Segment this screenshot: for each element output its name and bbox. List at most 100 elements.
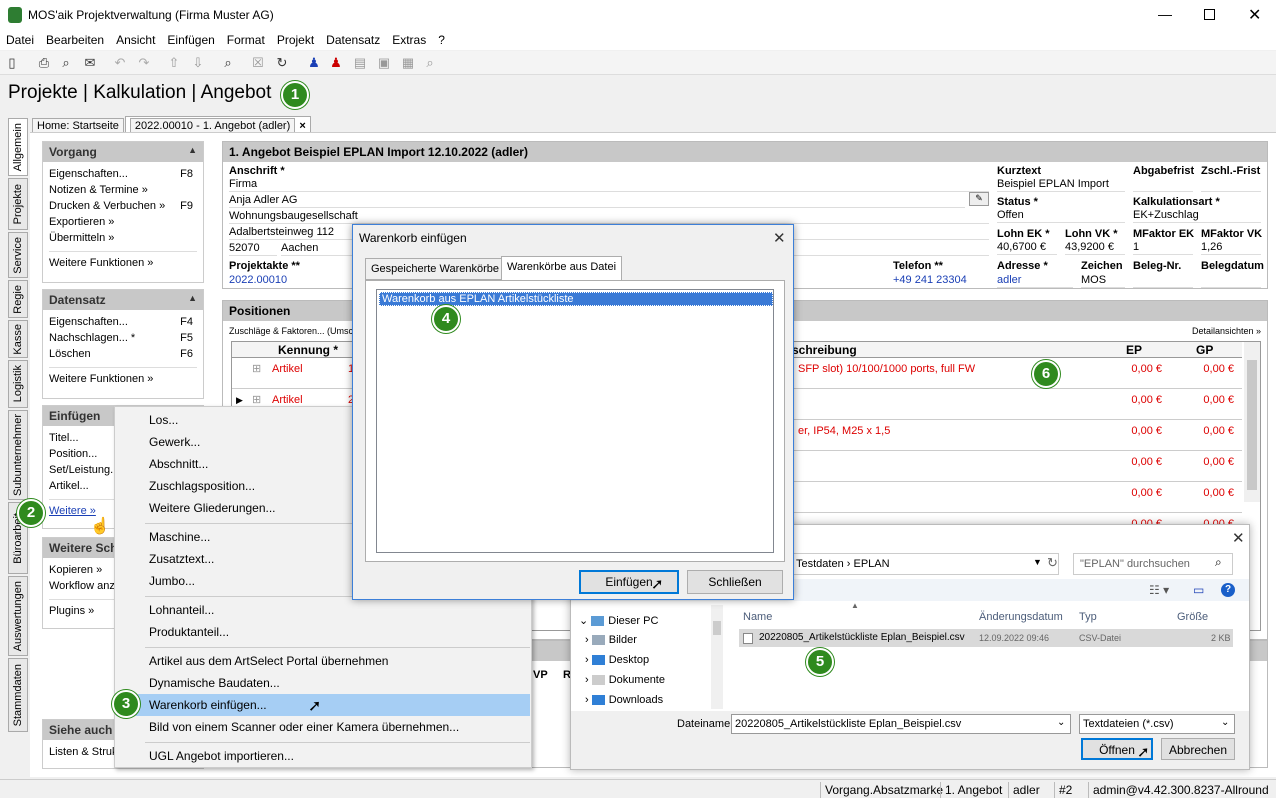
vtab-service[interactable]: Service — [8, 232, 28, 278]
filetype-select[interactable]: Textdateien (*.csv) — [1079, 714, 1235, 734]
adresse-link[interactable]: adler — [997, 274, 1073, 288]
vtab-regie[interactable]: Regie — [8, 280, 28, 318]
panel-header[interactable]: Datensatz ▲ — [43, 290, 203, 310]
file-row[interactable]: 20220805_Artikelstückliste Eplan_Beispie… — [739, 629, 1233, 647]
print-icon[interactable]: ⎙ — [36, 55, 52, 71]
tree-item-bilder[interactable]: › Bilder — [585, 634, 637, 646]
tab-close-icon[interactable]: × — [299, 120, 305, 132]
datensatz-nachschlagen[interactable]: Nachschlagen... * F5 — [43, 331, 203, 347]
menu-datensatz[interactable]: Datensatz — [320, 30, 386, 50]
scrollbar-thumb[interactable] — [1247, 360, 1257, 490]
vtab-allgemein[interactable]: Allgemein — [8, 118, 28, 176]
collapse-icon[interactable]: ▲ — [188, 145, 197, 155]
zoom-icon[interactable]: ⌕ — [422, 55, 438, 71]
vorgang-eigenschaften[interactable]: Eigenschaften... F8 — [43, 167, 203, 183]
tab-gespeicherte[interactable]: Gespeicherte Warenkörbe — [365, 258, 505, 280]
menu-item-scanner[interactable]: Bild von einem Scanner oder einer Kamera… — [116, 716, 530, 738]
user-red-icon[interactable]: ♟ — [328, 55, 344, 71]
grid-icon[interactable]: ▦ — [400, 55, 416, 71]
kurztext-field[interactable]: Beispiel EPLAN Import — [997, 178, 1125, 192]
datensatz-weitere-funktionen[interactable]: Weitere Funktionen » — [43, 372, 203, 388]
user-blue-icon[interactable]: ♟ — [306, 55, 322, 71]
zschl-field[interactable] — [1201, 178, 1261, 192]
expand-icon[interactable]: ⊞ — [252, 393, 261, 406]
menu-datei[interactable]: Datei — [0, 30, 40, 50]
col-gp[interactable]: GP — [1196, 343, 1213, 357]
vtab-kasse[interactable]: Kasse — [8, 320, 28, 358]
mfaktor-vk-field[interactable]: 1,26 — [1201, 241, 1261, 255]
file-dialog-close-icon[interactable]: ✕ — [1232, 529, 1245, 547]
collapse-icon[interactable]: ▲ — [188, 293, 197, 303]
belegdatum-field[interactable] — [1201, 274, 1261, 288]
menu-einfuegen[interactable]: Einfügen — [161, 30, 220, 50]
col-size[interactable]: Größe — [1177, 611, 1208, 623]
warenkorb-close-icon[interactable]: ✕ — [773, 229, 786, 247]
vorgang-notizen[interactable]: Notizen & Termine » — [43, 183, 203, 199]
detailansichten-link[interactable]: Detailansichten » — [1192, 326, 1261, 336]
col-name[interactable]: Name — [743, 611, 772, 623]
menu-ansicht[interactable]: Ansicht — [110, 30, 161, 50]
telefon-link[interactable]: +49 241 23304 — [893, 274, 967, 288]
einfuegen-button[interactable]: Einfügen — [579, 570, 679, 594]
menu-projekt[interactable]: Projekt — [271, 30, 320, 50]
tab-aus-datei[interactable]: Warenkörbe aus Datei — [501, 256, 623, 281]
refresh-icon[interactable]: ↻ — [1047, 555, 1058, 571]
zuschlaege-link[interactable]: Zuschläge & Faktoren... (Umsch... — [229, 326, 366, 336]
menu-item-baudaten[interactable]: Dynamische Baudaten... — [116, 672, 530, 694]
tree-scrollbar[interactable] — [711, 605, 723, 709]
address-dropdown-icon[interactable]: ▼ — [1033, 557, 1042, 567]
col-kennung[interactable]: Kennung * — [278, 343, 338, 357]
menu-item-produktanteil[interactable]: Produktanteil... — [116, 621, 530, 643]
cancel-icon[interactable]: ☒ — [250, 55, 266, 71]
close-icon[interactable]: ✕ — [1248, 5, 1261, 25]
vtab-projekte[interactable]: Projekte — [8, 178, 28, 230]
vorgang-uebermitteln[interactable]: Übermitteln » — [43, 231, 203, 247]
filename-dropdown-icon[interactable]: ⌄ — [1057, 717, 1065, 728]
kalkulationsart-field[interactable]: EK+Zuschlag — [1133, 209, 1261, 223]
maximize-icon[interactable] — [1204, 9, 1215, 20]
menu-help[interactable]: ? — [432, 30, 451, 50]
abgabefrist-field[interactable] — [1133, 178, 1193, 192]
new-document-icon[interactable]: ▯ — [4, 55, 20, 71]
menu-item-lohnanteil[interactable]: Lohnanteil... — [116, 599, 530, 621]
mail-icon[interactable]: ✉ — [82, 55, 98, 71]
minimize-icon[interactable]: — — [1158, 6, 1172, 22]
vorgang-exportieren[interactable]: Exportieren » — [43, 215, 203, 231]
move-up-icon[interactable]: ⇧ — [166, 55, 182, 71]
menu-item-ugl[interactable]: UGL Angebot importieren... — [116, 745, 530, 767]
vtab-stammdaten[interactable]: Stammdaten — [8, 658, 28, 732]
search-icon[interactable]: ⌕ — [1215, 555, 1222, 570]
datensatz-eigenschaften[interactable]: Eigenschaften... F4 — [43, 315, 203, 331]
menu-format[interactable]: Format — [221, 30, 271, 50]
tree-item-dokumente[interactable]: › Dokumente — [585, 674, 665, 686]
path-segment[interactable]: Testdaten — [796, 558, 844, 570]
find-icon[interactable]: ⌕ — [220, 55, 236, 71]
tree-item-pc[interactable]: ⌄ Dieser PC — [579, 614, 658, 627]
vtab-logistik[interactable]: Logistik — [8, 360, 28, 408]
col-ep[interactable]: EP — [1126, 343, 1142, 357]
view-options-icon[interactable]: ☷ ▾ — [1149, 583, 1169, 597]
search-input[interactable]: "EPLAN" durchsuchen — [1073, 553, 1233, 575]
datensatz-loeschen[interactable]: Löschen F6 — [43, 347, 203, 363]
redo-icon[interactable]: ↷ — [136, 55, 152, 71]
status-field[interactable]: Offen — [997, 209, 1125, 223]
anschrift-line-1[interactable]: Firma — [229, 178, 989, 192]
vtab-subunternehmer[interactable]: Subunternehmer — [8, 410, 28, 500]
filename-input[interactable]: 20220805_Artikelstückliste Eplan_Beispie… — [731, 714, 1071, 734]
undo-icon[interactable]: ↶ — [112, 55, 128, 71]
anschrift-line-2[interactable]: Anja Adler AG — [229, 194, 965, 208]
vorgang-weitere-funktionen[interactable]: Weitere Funktionen » — [43, 256, 203, 272]
menu-bearbeiten[interactable]: Bearbeiten — [40, 30, 110, 50]
schliessen-button[interactable]: Schließen — [687, 570, 783, 594]
col-beschreibung[interactable]: schreibung — [792, 343, 857, 357]
cancel-button[interactable]: Abbrechen — [1161, 738, 1235, 760]
panel-header[interactable]: Vorgang ▲ — [43, 142, 203, 162]
projektakte-link[interactable]: 2022.00010 — [229, 274, 287, 288]
move-down-icon[interactable]: ⇩ — [190, 55, 206, 71]
list-item[interactable]: Warenkorb aus EPLAN Artikelstückliste — [379, 292, 773, 306]
address-book-icon[interactable]: ✎ — [969, 192, 989, 206]
vtab-auswertungen[interactable]: Auswertungen — [8, 576, 28, 656]
plz-field[interactable]: 52070 — [229, 242, 277, 256]
lower-col-vp[interactable]: VP — [533, 669, 548, 681]
filetype-dropdown-icon[interactable]: ⌄ — [1221, 717, 1229, 728]
